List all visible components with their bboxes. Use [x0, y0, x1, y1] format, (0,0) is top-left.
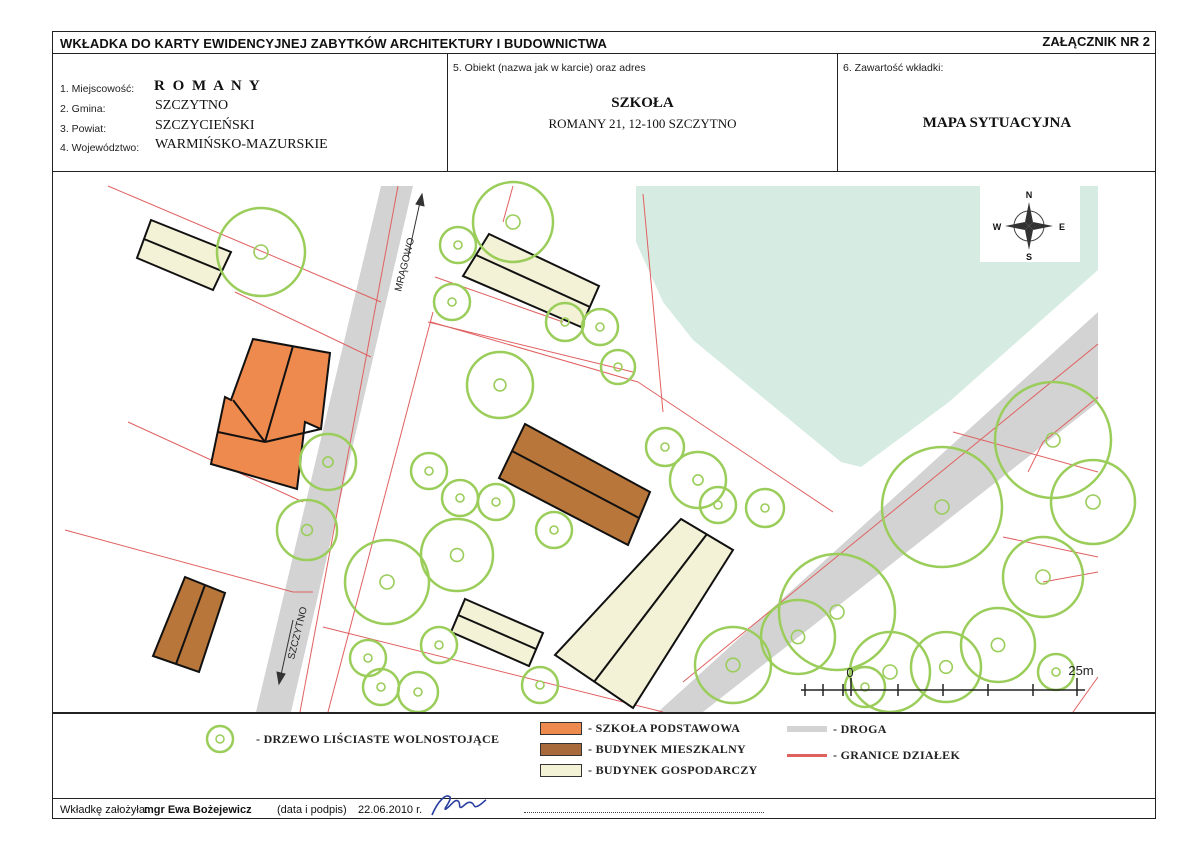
- obiekt-address: ROMANY 21, 12-100 SZCZYTNO: [548, 116, 737, 131]
- scale-end: 25m: [1068, 663, 1093, 678]
- tree-icon: [396, 670, 440, 712]
- annex-number: ZAŁĄCZNIK NR 2: [1042, 34, 1150, 49]
- zawartosc-label: 6. Zawartość wkładki:: [843, 62, 944, 74]
- compass-north: N: [1026, 190, 1033, 200]
- legend-school: - SZKOŁA PODSTAWOWA: [588, 721, 741, 735]
- wojewodztwo-label: 4. Województwo:: [60, 142, 140, 154]
- tree-icon: [744, 487, 786, 529]
- legend-residential: - BUDYNEK MIESZKALNY: [588, 742, 747, 756]
- legend-road: - DROGA: [833, 722, 887, 736]
- obiekt-label: 5. Obiekt (nazwa jak w karcie) oraz adre…: [453, 62, 646, 74]
- tree-icon: [599, 348, 637, 386]
- powiat-label: 3. Powiat:: [60, 123, 107, 135]
- compass-west: W: [993, 222, 1002, 232]
- tree-icon: [534, 510, 574, 550]
- gmina-value: SZCZYTNO: [155, 98, 229, 113]
- footer-author: mgr Ewa Bożejewicz: [144, 804, 252, 816]
- legend-farm: - BUDYNEK GOSPODARCZY: [588, 763, 758, 777]
- tree-icon: [409, 451, 449, 491]
- gmina-label: 2. Gmina:: [60, 103, 106, 115]
- school-building: [209, 337, 332, 491]
- signature-line: [524, 812, 764, 813]
- tree-icon: [580, 307, 620, 347]
- compass-east: E: [1059, 222, 1065, 232]
- footer-label: Wkładkę założyła:: [60, 804, 149, 816]
- miejscowosc-value: R O M A N Y: [154, 78, 262, 94]
- arrow-north-icon: [415, 192, 425, 207]
- tree-icon: [438, 225, 478, 265]
- tree-icon: [348, 638, 388, 678]
- legend-boundary: - GRANICE DZIAŁEK: [833, 748, 961, 762]
- tree-icon: [1049, 458, 1137, 546]
- legend: - DRZEWO LIŚCIASTE WOLNOSTOJĄCE - SZKOŁA…: [52, 712, 1156, 802]
- residential-building: [151, 575, 227, 674]
- tree-icon: [419, 517, 495, 593]
- tree-icon: [465, 350, 535, 420]
- miejscowosc-label: 1. Miejscowość:: [60, 83, 135, 95]
- column-divider: [837, 54, 838, 172]
- info-section: 1. Miejscowość: R O M A N Y 2. Gmina: SZ…: [52, 54, 1156, 172]
- footer: Wkładkę założyła: mgr Ewa Bożejewicz (da…: [52, 795, 1156, 819]
- footer-sign-note: (data i podpis): [277, 804, 347, 816]
- tree-symbol-icon: [205, 724, 235, 754]
- form-title: WKŁADKA DO KARTY EWIDENCYJNEJ ZABYTKÓW A…: [60, 36, 607, 51]
- form-header: WKŁADKA DO KARTY EWIDENCYJNEJ ZABYTKÓW A…: [52, 31, 1156, 54]
- zawartosc-value: MAPA SYTUACYJNA: [922, 115, 1072, 131]
- legend-tree: - DRZEWO LIŚCIASTE WOLNOSTOJĄCE: [256, 732, 500, 746]
- column-divider: [447, 54, 448, 172]
- compass-south: S: [1026, 252, 1032, 262]
- compass-rose-icon: N S W E: [980, 186, 1080, 262]
- tree-icon: [668, 450, 728, 510]
- signature: [431, 795, 487, 816]
- tree-icon: [432, 282, 472, 322]
- tree-icon: [361, 667, 401, 707]
- wojewodztwo-value: WARMIŃSKO-MAZURSKIE: [155, 137, 328, 152]
- powiat-value: SZCZYCIEŃSKI: [155, 118, 255, 133]
- tree-icon: [909, 630, 983, 704]
- tree-icon: [440, 478, 480, 518]
- tree-icon: [520, 665, 560, 705]
- scale-start: 0: [846, 665, 853, 680]
- tree-icon: [476, 482, 516, 522]
- obiekt-name: SZKOŁA: [611, 95, 674, 111]
- situation-map: MRĄGOWO SZCZYTNO N S W E 0 25m: [53, 172, 1155, 712]
- footer-date: 22.06.2010 r.: [358, 804, 423, 816]
- legend-swatch-road: [787, 726, 827, 732]
- tree-icon: [419, 625, 459, 665]
- tree-icon: [343, 538, 431, 626]
- legend-swatch-farm: [540, 764, 582, 777]
- legend-swatch-residential: [540, 743, 582, 756]
- map-svg: MRĄGOWO SZCZYTNO N S W E 0 25m: [64, 180, 1137, 712]
- legend-swatch-school: [540, 722, 582, 735]
- legend-swatch-boundary: [787, 754, 827, 757]
- tree-icon: [698, 485, 738, 525]
